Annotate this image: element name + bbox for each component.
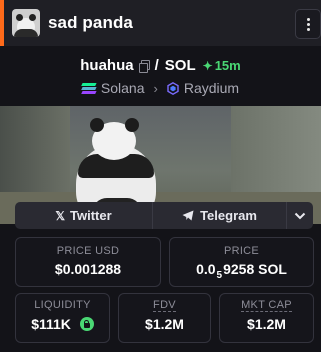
chain-dex-breadcrumb: Solana › Raydium bbox=[0, 80, 321, 96]
more-menu-button[interactable] bbox=[295, 9, 321, 39]
telegram-icon bbox=[182, 210, 194, 221]
token-header: sad panda bbox=[4, 0, 321, 46]
mktcap-value: $1.2M bbox=[247, 316, 286, 332]
price-native-value: 0.059258 SOL bbox=[170, 261, 313, 281]
token-avatar bbox=[12, 9, 40, 37]
chevron-right-icon: › bbox=[153, 80, 158, 96]
seedling-icon: ✦ bbox=[202, 58, 213, 73]
base-symbol: huahua bbox=[80, 57, 134, 74]
chevron-down-icon bbox=[294, 212, 306, 219]
fdv-label[interactable]: FDV bbox=[153, 299, 176, 312]
pair-title: huahua / SOL ✦ 15m bbox=[0, 57, 321, 74]
x-twitter-icon: 𝕏 bbox=[55, 208, 65, 223]
more-links-dropdown[interactable] bbox=[287, 202, 313, 229]
mktcap-box: MKT CAP $1.2M bbox=[219, 293, 314, 343]
price-zero-count: 5 bbox=[216, 270, 223, 281]
liquidity-label: LIQUIDITY bbox=[34, 299, 91, 311]
telegram-button[interactable]: Telegram bbox=[153, 202, 287, 229]
social-links-bar: 𝕏 Twitter Telegram bbox=[15, 202, 313, 229]
fdv-box: FDV $1.2M bbox=[118, 293, 211, 343]
price-prefix: 0.0 bbox=[196, 261, 216, 277]
price-usd-box: PRICE USD $0.001288 bbox=[15, 237, 161, 287]
chain-link[interactable]: Solana bbox=[101, 80, 145, 96]
dex-link[interactable]: Raydium bbox=[184, 80, 239, 96]
pair-age: 15m bbox=[214, 58, 241, 73]
liquidity-value-row: $111K bbox=[16, 316, 109, 332]
pair-age-badge: ✦ 15m bbox=[203, 58, 241, 73]
price-usd-value: $0.001288 bbox=[54, 261, 122, 277]
price-suffix: 9258 SOL bbox=[223, 261, 287, 277]
fdv-value: $1.2M bbox=[145, 316, 184, 332]
price-native-box: PRICE 0.059258 SOL bbox=[169, 237, 314, 287]
telegram-label: Telegram bbox=[200, 208, 257, 223]
more-vertical-icon bbox=[306, 17, 310, 21]
twitter-label: Twitter bbox=[70, 208, 112, 223]
liquidity-box: LIQUIDITY $111K bbox=[15, 293, 110, 343]
quote-symbol: SOL bbox=[164, 57, 196, 74]
twitter-button[interactable]: 𝕏 Twitter bbox=[15, 202, 153, 229]
liquidity-value: $111K bbox=[31, 316, 71, 332]
pair-separator: / bbox=[154, 57, 159, 74]
lock-icon[interactable] bbox=[79, 317, 94, 331]
token-name: sad panda bbox=[48, 13, 133, 32]
copy-icon[interactable] bbox=[138, 60, 150, 73]
price-usd-label: PRICE USD bbox=[56, 245, 120, 257]
solana-icon bbox=[81, 82, 97, 94]
raydium-icon bbox=[167, 81, 179, 95]
price-native-label: PRICE bbox=[223, 245, 260, 257]
mktcap-label[interactable]: MKT CAP bbox=[241, 299, 292, 312]
